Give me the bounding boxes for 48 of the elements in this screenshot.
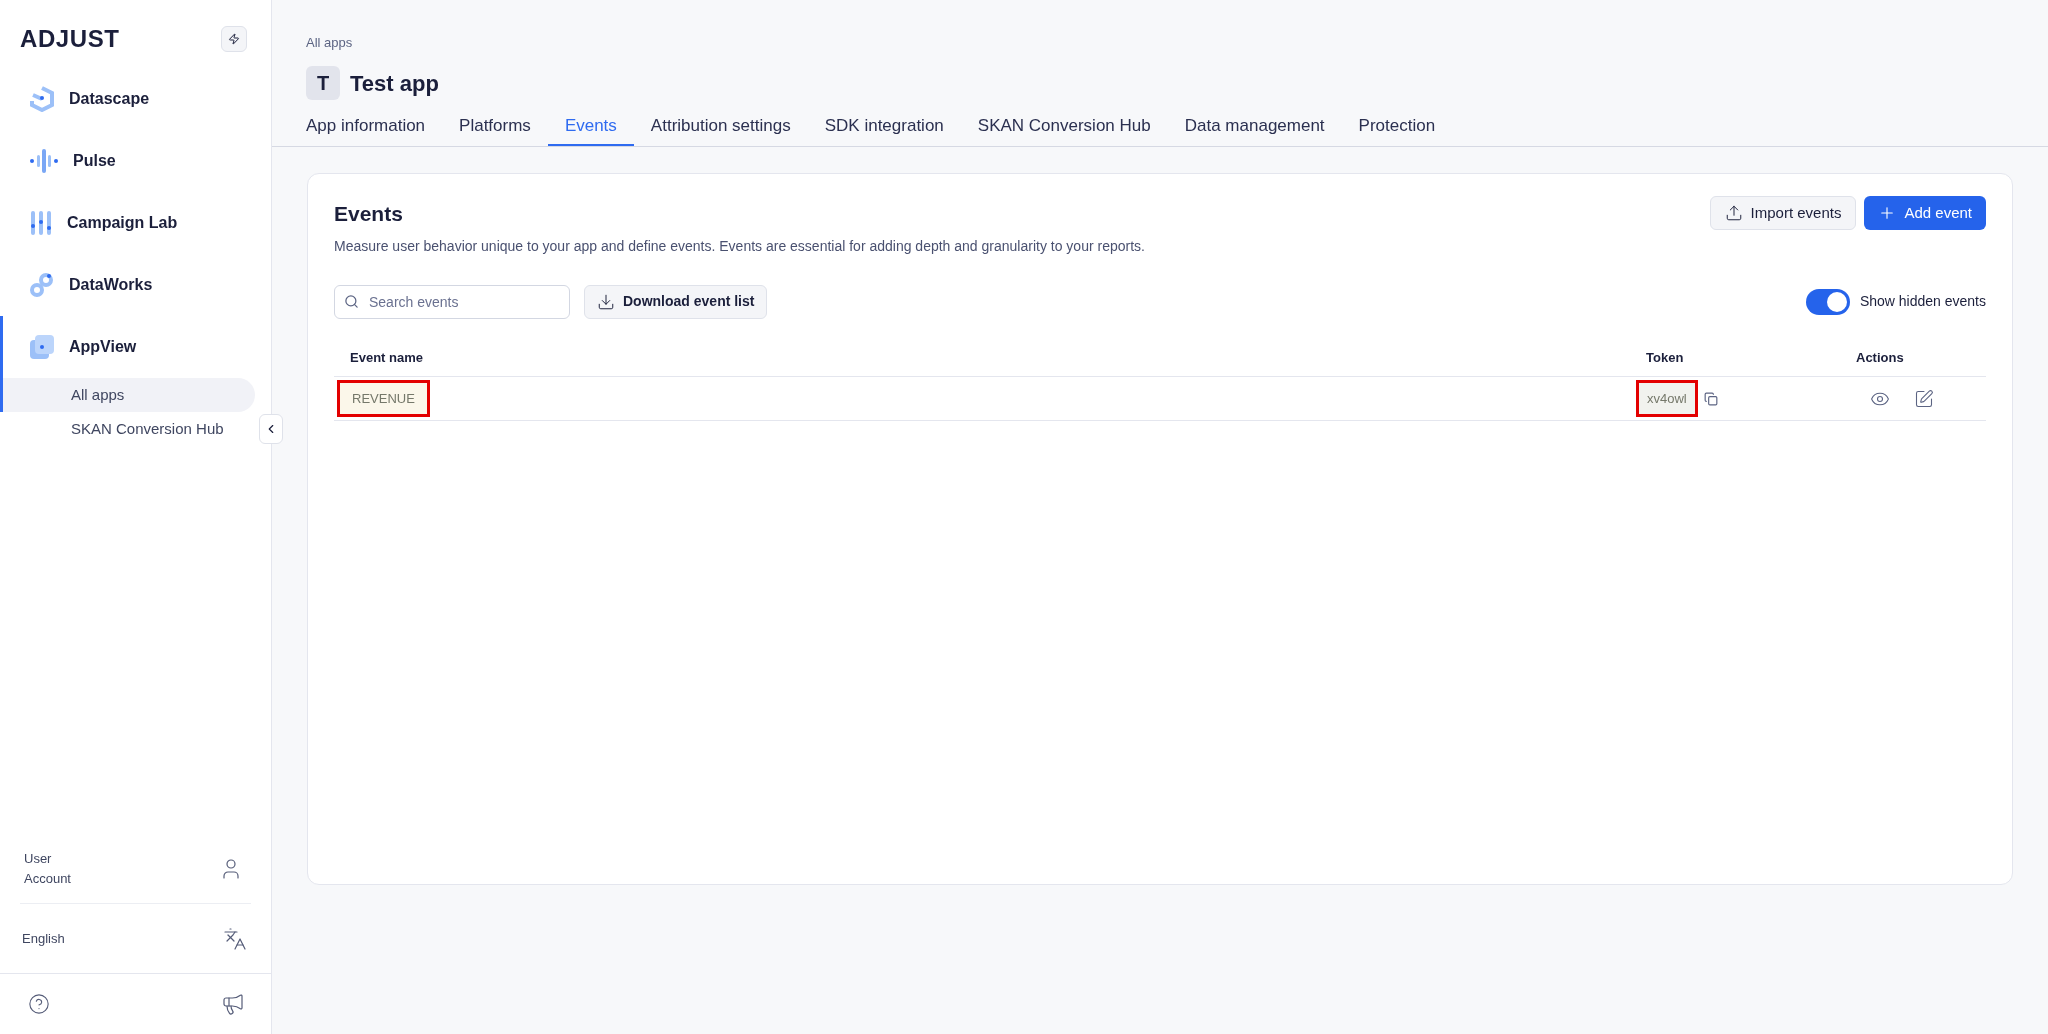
logo: ADJUST — [20, 24, 120, 54]
toggle-switch[interactable] — [1805, 288, 1850, 315]
app-title: Test app — [350, 69, 439, 98]
search-field[interactable]: Search events — [334, 284, 570, 319]
add-event-button[interactable]: Add event — [1864, 196, 1986, 230]
column-header: Actions — [1856, 338, 1986, 377]
toggle-label: Show hidden events — [1859, 292, 1986, 311]
tab[interactable]: Protection — [1341, 108, 1453, 146]
tab[interactable]: App information — [289, 108, 443, 146]
tab[interactable]: Data management — [1167, 108, 1342, 146]
tab[interactable]: SDK integration — [807, 108, 961, 146]
column-header: Event name — [334, 338, 1646, 377]
user-account-label[interactable]: User Account — [20, 849, 71, 889]
panel-title: Events — [334, 201, 404, 227]
tab[interactable]: SKAN Conversion Hub — [960, 108, 1168, 146]
tab[interactable]: Events — [547, 108, 634, 146]
nav-item[interactable]: Pulse — [0, 130, 271, 192]
upload-icon — [1724, 204, 1743, 222]
breadcrumb-link[interactable]: All apps — [306, 35, 353, 50]
search-icon — [344, 293, 359, 309]
nav-subitem[interactable]: All apps — [0, 378, 255, 412]
quick-action-button[interactable] — [221, 26, 247, 52]
edit-icon[interactable] — [1914, 388, 1934, 409]
help-icon[interactable] — [28, 993, 50, 1015]
panel-description: Measure user behavior unique to your app and define events. Events are essential for adding depth and granularity to your reports. — [334, 236, 1145, 256]
nav-item[interactable]: Campaign Lab — [0, 192, 271, 254]
download-event-list-button[interactable]: Download event list — [584, 284, 768, 319]
import-events-button[interactable]: Import events — [1709, 196, 1857, 230]
sliders-icon — [29, 210, 53, 236]
language-label[interactable]: English — [22, 928, 65, 949]
copy-icon[interactable] — [1703, 391, 1718, 406]
translate-icon — [223, 926, 247, 951]
waveform-icon — [29, 147, 59, 175]
download-icon — [597, 292, 615, 311]
tab[interactable]: Attribution settings — [633, 108, 808, 146]
lightning-icon — [228, 33, 240, 45]
nav-item[interactable]: DataWorks — [0, 254, 271, 316]
linked-hexagons-icon — [29, 272, 55, 298]
megaphone-icon[interactable] — [221, 992, 245, 1016]
event-name-cell: REVENUE — [337, 379, 430, 418]
nav-item[interactable]: Datascape — [0, 68, 271, 130]
hexagon-logo-icon — [29, 86, 55, 112]
token-cell: xv4owl — [1636, 379, 1698, 418]
column-header: Token — [1646, 338, 1856, 377]
squares-icon — [29, 334, 55, 360]
app-initial-avatar: T — [306, 66, 340, 100]
tab[interactable]: Platforms — [442, 108, 548, 146]
nav-subitem[interactable]: SKAN Conversion Hub — [0, 412, 255, 446]
